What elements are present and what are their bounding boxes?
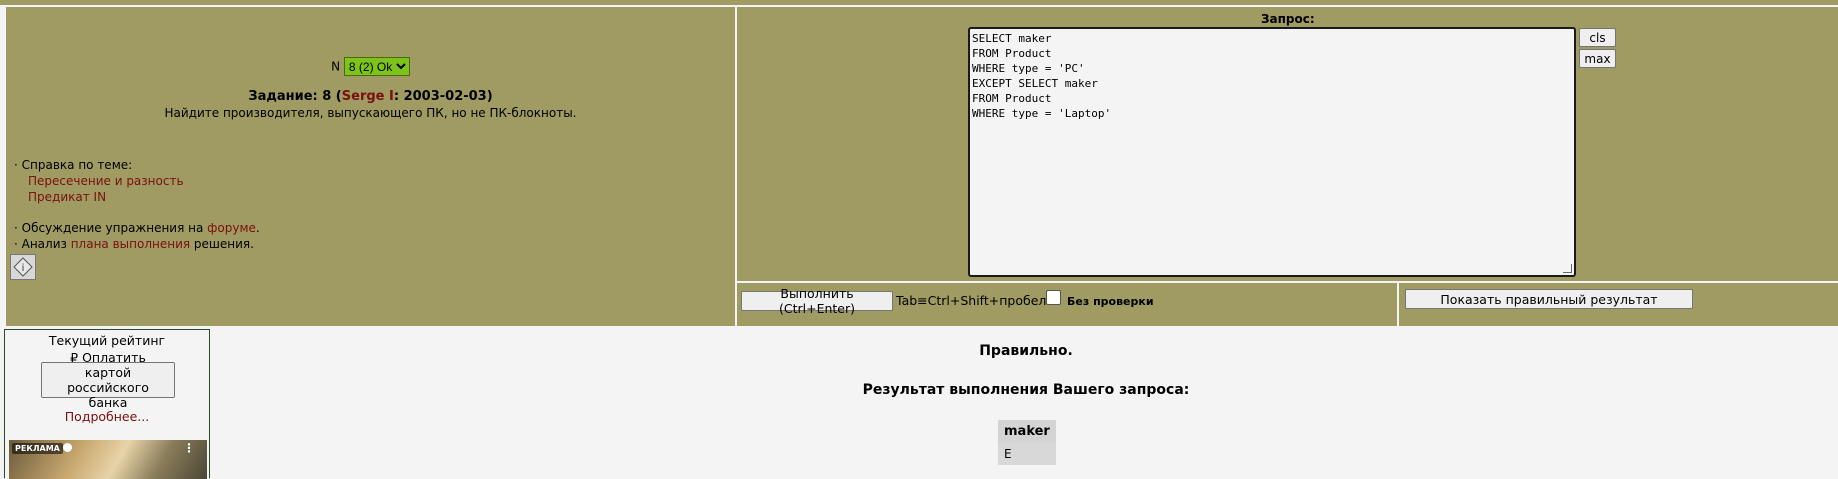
task-description: Найдите производителя, выпускающего ПК, … <box>164 106 577 120</box>
no-check-label: Без проверки <box>1067 295 1154 308</box>
task-panel: N 8 (2) Ok Задание: 8 (Serge I: 2003-02-… <box>6 7 735 326</box>
author-link[interactable]: Serge I <box>342 89 394 104</box>
column-header-maker: maker <box>998 420 1056 443</box>
table-cell: E <box>998 443 1056 465</box>
result-status: Правильно. <box>979 343 1073 359</box>
plan-line: · Анализ плана выполнения решения. <box>14 237 254 251</box>
task-number-label: N <box>331 59 341 74</box>
run-button[interactable]: Выполнить (Ctrl+Enter) <box>741 286 893 316</box>
ad-badge-icon <box>63 443 72 452</box>
ad-label: РЕКЛАМА <box>12 443 63 454</box>
forum-link[interactable]: форуме <box>207 221 256 235</box>
forum-line: · Обсуждение упражнения на форуме. <box>14 221 260 235</box>
info-icon[interactable]: i <box>10 254 36 280</box>
query-line-4: EXCEPT SELECT maker <box>972 77 1098 90</box>
run-panel: Выполнить (Ctrl+Enter) Tab≡Ctrl+Shift+пр… <box>737 283 1397 326</box>
show-result-panel: Показать правильный результат <box>1399 283 1838 326</box>
help-heading: · Справка по теме: <box>14 158 133 172</box>
pay-card-button[interactable]: ₽ Оплатить картой российского банка <box>41 350 175 410</box>
help-link-intersect[interactable]: Пересечение и разность <box>28 174 184 188</box>
more-vertical-icon[interactable]: ⋮ <box>183 442 195 454</box>
resize-handle-icon[interactable] <box>1563 264 1572 273</box>
no-check-checkbox[interactable] <box>1046 290 1061 305</box>
sidebar: Текущий рейтинг ₽ Оплатить картой россий… <box>4 329 210 479</box>
task-selector-row: N 8 (2) Ok <box>6 57 735 76</box>
ad-banner[interactable]: РЕКЛАМА ⋮ <box>9 440 207 479</box>
cls-button[interactable]: cls <box>1579 28 1616 47</box>
query-line-5: FROM Product <box>972 92 1052 105</box>
query-line-1: SELECT maker <box>972 32 1052 45</box>
query-line-6: WHERE type = 'Laptop' <box>972 107 1112 120</box>
result-table: maker E <box>998 420 1056 465</box>
result-heading: Результат выполнения Вашего запроса: <box>862 382 1190 398</box>
task-title: Задание: 8 (Serge I: 2003-02-03) <box>248 89 493 104</box>
query-line-2: FROM Product <box>972 47 1052 60</box>
svg-text:i: i <box>22 263 25 274</box>
query-line-3: WHERE type = 'PC' <box>972 62 1085 75</box>
table-row: E <box>998 443 1056 465</box>
query-label: Запрос: <box>1261 12 1315 26</box>
query-textarea[interactable]: SELECT maker FROM Product WHERE type = '… <box>968 27 1576 277</box>
plan-link[interactable]: плана выполнения <box>71 237 190 251</box>
help-link-in[interactable]: Предикат IN <box>28 190 106 204</box>
query-panel: Запрос: SELECT maker FROM Product WHERE … <box>737 7 1838 281</box>
show-correct-result-button[interactable]: Показать правильный результат <box>1405 289 1693 309</box>
more-link[interactable]: Подробнее... <box>5 409 209 424</box>
rating-title: Текущий рейтинг <box>48 333 166 348</box>
max-button[interactable]: max <box>1579 49 1616 68</box>
shortcut-hint: Tab≡Ctrl+Shift+пробел <box>896 293 1047 308</box>
task-number-select[interactable]: 8 (2) Ok <box>343 57 410 76</box>
